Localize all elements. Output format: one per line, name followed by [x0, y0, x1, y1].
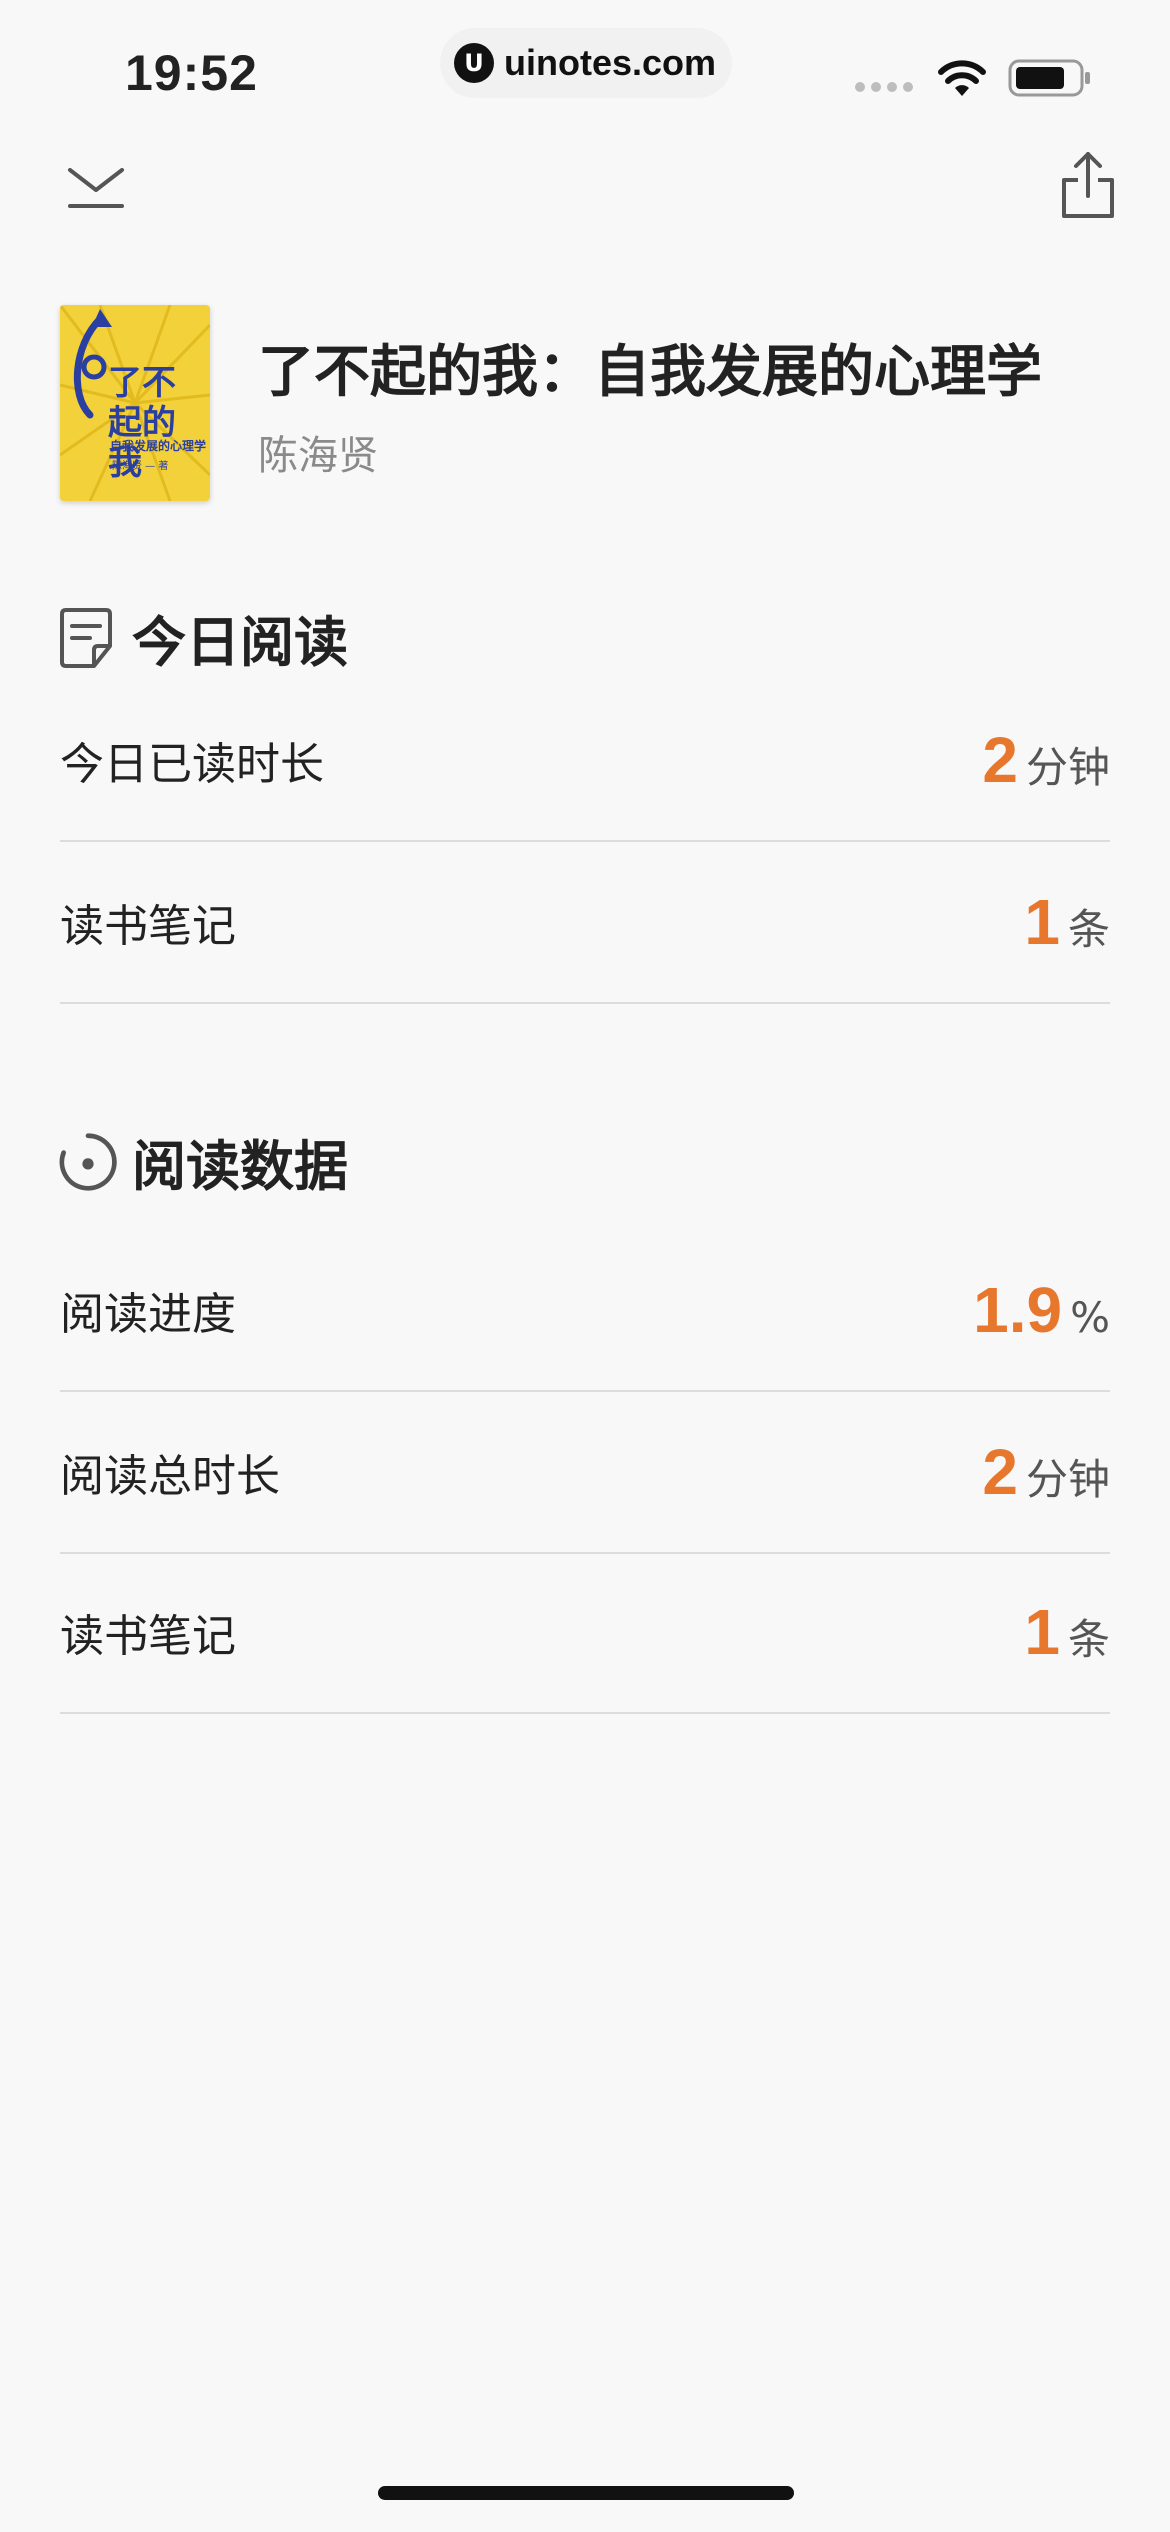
top-bar [0, 140, 1170, 250]
today-notes-row[interactable]: 读书笔记 1 条 [60, 842, 1110, 1004]
row-unit: % [1070, 1293, 1110, 1342]
row-number: 1.9 [973, 1274, 1063, 1346]
today-section-title: 今日阅读 [132, 611, 348, 674]
row-number: 2 [982, 1436, 1018, 1508]
stats-section-heading: 阅读数据 [58, 1122, 348, 1201]
row-label: 阅读进度 [60, 1289, 236, 1340]
row-number: 2 [982, 724, 1018, 796]
home-indicator[interactable] [378, 2486, 794, 2500]
cellular-signal-icon [855, 82, 913, 92]
row-value: 1.9 % [973, 1273, 1110, 1347]
battery-icon [1008, 59, 1090, 97]
stats-section-title: 阅读数据 [132, 1135, 348, 1198]
row-unit: 条 [1067, 905, 1110, 954]
row-unit: 条 [1067, 1615, 1110, 1664]
row-label: 读书笔记 [60, 1611, 236, 1662]
cover-subtitle: 自我发展的心理学 [110, 439, 207, 453]
book-cover[interactable]: 了不起的我 自我发展的心理学 陈海贤 — 著 [60, 305, 210, 501]
today-section-heading: 今日阅读 [58, 598, 348, 677]
watermark-text: uinotes.com [504, 42, 717, 83]
row-number: 1 [1024, 886, 1060, 958]
row-value: 1 条 [1024, 1595, 1110, 1669]
row-value: 2 分钟 [982, 723, 1110, 797]
book-title: 了不起的我：自我发展的心理学 [258, 340, 1042, 405]
row-label: 阅读总时长 [60, 1451, 280, 1502]
watermark-logo-icon: U [454, 43, 494, 83]
row-value: 1 条 [1024, 885, 1110, 959]
total-notes-row[interactable]: 读书笔记 1 条 [60, 1552, 1110, 1714]
status-bar: 19:52 U uinotes.com [0, 0, 1170, 140]
book-header: 了不起的我 自我发展的心理学 陈海贤 — 著 了不起的我：自我发展的心理学 陈海… [60, 305, 1120, 505]
wifi-icon [938, 60, 986, 96]
cover-author: 陈海贤 — 著 [112, 461, 169, 472]
share-icon[interactable] [1060, 150, 1116, 220]
collapse-icon[interactable] [66, 162, 126, 212]
today-reading-time-row[interactable]: 今日已读时长 2 分钟 [60, 680, 1110, 842]
row-unit: 分钟 [1025, 743, 1110, 792]
watermark-badge: U uinotes.com [440, 28, 732, 98]
row-number: 1 [1024, 1596, 1060, 1668]
book-author[interactable]: 陈海贤 [258, 423, 378, 481]
row-label: 今日已读时长 [60, 739, 324, 790]
reading-progress-row[interactable]: 阅读进度 1.9 % [60, 1230, 1110, 1392]
total-reading-time-row[interactable]: 阅读总时长 2 分钟 [60, 1392, 1110, 1554]
row-value: 2 分钟 [982, 1435, 1110, 1509]
progress-ring-icon [59, 1132, 117, 1191]
row-label: 读书笔记 [60, 901, 236, 952]
row-unit: 分钟 [1025, 1455, 1110, 1504]
status-time: 19:52 [125, 45, 258, 101]
note-icon [60, 607, 112, 668]
